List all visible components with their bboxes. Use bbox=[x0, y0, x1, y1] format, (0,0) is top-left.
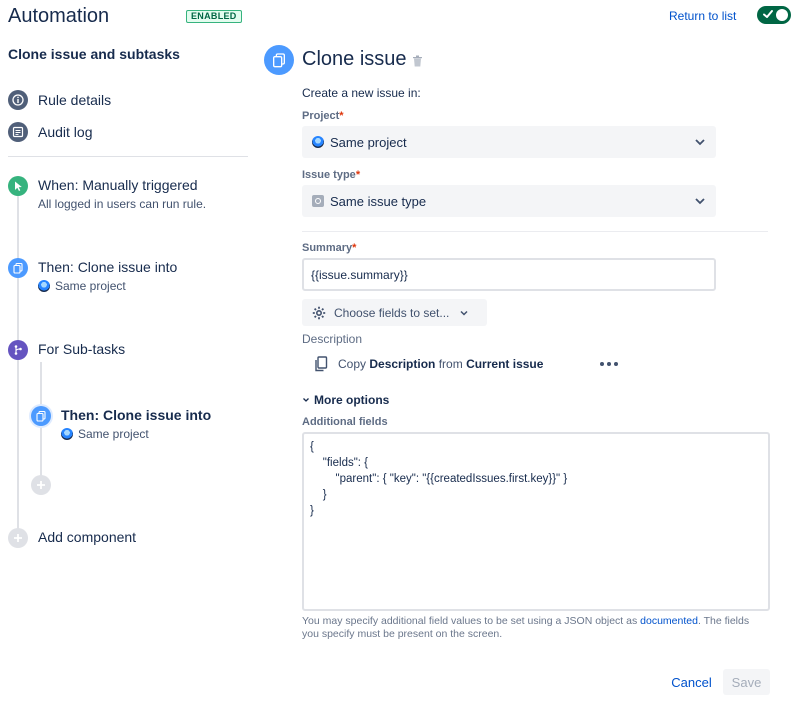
nested-clone-action-project: Same project bbox=[78, 427, 149, 441]
gear-icon bbox=[312, 306, 326, 319]
save-button[interactable]: Save bbox=[723, 669, 770, 695]
clone-action-subtitle: Same project bbox=[38, 279, 126, 293]
nested-clone-action-title: Then: Clone issue into bbox=[61, 407, 212, 423]
project-select[interactable]: Same project bbox=[302, 126, 716, 158]
chevron-down-icon bbox=[695, 198, 705, 205]
copy-icon bbox=[315, 356, 328, 372]
issue-type-select[interactable]: Same issue type bbox=[302, 185, 716, 217]
issue-type-label: Issue type* bbox=[302, 169, 360, 181]
project-icon bbox=[38, 280, 50, 292]
rule-enabled-toggle[interactable] bbox=[757, 6, 791, 24]
summary-input[interactable] bbox=[302, 258, 716, 291]
section-divider bbox=[302, 231, 768, 232]
required-marker: * bbox=[339, 110, 344, 122]
description-label: Description bbox=[302, 332, 363, 346]
additional-fields-textarea[interactable] bbox=[302, 432, 770, 611]
toggle-knob bbox=[776, 9, 788, 21]
info-icon bbox=[8, 90, 28, 110]
issue-type-label-text: Issue type bbox=[302, 169, 356, 181]
choose-fields-button[interactable]: Choose fields to set... bbox=[302, 299, 487, 326]
rule-details-link[interactable]: Rule details bbox=[8, 90, 111, 110]
copy-mid: from bbox=[438, 357, 463, 371]
trigger-title: When: Manually triggered bbox=[38, 177, 198, 193]
copy-prefix: Copy bbox=[338, 357, 367, 371]
choose-fields-label: Choose fields to set... bbox=[334, 305, 450, 320]
create-in-text: Create a new issue in: bbox=[302, 86, 421, 100]
documented-link[interactable]: documented bbox=[640, 615, 698, 627]
branch-title: For Sub-tasks bbox=[38, 341, 126, 357]
chevron-down-icon bbox=[695, 139, 705, 146]
summary-label-text: Summary bbox=[302, 242, 353, 254]
rule-name: Clone issue and subtasks bbox=[8, 46, 180, 62]
summary-label: Summary* bbox=[302, 242, 356, 254]
project-label: Project* bbox=[302, 110, 344, 122]
flow-line-main bbox=[17, 196, 19, 536]
trigger-subtitle: All logged in users can run rule. bbox=[38, 197, 207, 211]
cancel-button[interactable]: Cancel bbox=[664, 669, 719, 695]
add-component-label: Add component bbox=[38, 529, 137, 545]
copy-source: Current issue bbox=[466, 357, 544, 371]
page-title: Clone issue bbox=[302, 48, 407, 70]
copy-description-row: Copy Description from Current issue bbox=[314, 356, 543, 372]
chevron-down-icon bbox=[460, 310, 468, 316]
return-to-list-link[interactable]: Return to list bbox=[669, 9, 736, 23]
clone-icon bbox=[8, 258, 28, 278]
issue-type-select-value: Same issue type bbox=[330, 193, 427, 209]
help-text-before: You may specify additional field values … bbox=[302, 615, 641, 627]
required-marker: * bbox=[355, 169, 361, 181]
more-options-toggle[interactable]: More options bbox=[302, 393, 389, 407]
add-branch-component-button[interactable] bbox=[31, 475, 51, 495]
copy-field: Description bbox=[369, 357, 436, 371]
check-icon bbox=[763, 10, 773, 18]
issue-type-icon bbox=[312, 195, 324, 207]
cursor-icon bbox=[8, 176, 28, 196]
plus-icon bbox=[37, 481, 45, 489]
clone-action-title: Then: Clone issue into bbox=[38, 259, 178, 275]
nested-clone-action-subtitle: Same project bbox=[61, 427, 149, 441]
list-icon bbox=[8, 122, 28, 142]
project-icon bbox=[312, 136, 324, 148]
plus-icon bbox=[8, 528, 28, 548]
clone-icon bbox=[264, 45, 294, 75]
branch-icon bbox=[8, 340, 28, 360]
project-icon bbox=[61, 428, 73, 440]
required-marker: * bbox=[352, 242, 357, 254]
trash-icon[interactable] bbox=[412, 55, 423, 67]
copy-description-text: Copy Description from Current issue bbox=[338, 357, 543, 371]
app-title: Automation bbox=[8, 5, 110, 27]
project-select-value: Same project bbox=[330, 134, 407, 150]
rule-details-label: Rule details bbox=[38, 92, 112, 108]
status-badge: ENABLED bbox=[186, 10, 242, 23]
clone-icon bbox=[31, 406, 51, 426]
sidebar-divider bbox=[8, 156, 248, 157]
additional-fields-help: You may specify additional field values … bbox=[302, 615, 764, 641]
audit-log-link[interactable]: Audit log bbox=[8, 122, 92, 142]
additional-fields-label: Additional fields bbox=[302, 416, 388, 428]
more-actions-icon[interactable] bbox=[600, 357, 618, 371]
chevron-down-icon bbox=[303, 398, 309, 402]
more-options-label: More options bbox=[314, 393, 390, 407]
audit-log-label: Audit log bbox=[38, 124, 93, 140]
project-label-text: Project bbox=[302, 110, 340, 122]
clone-action-project: Same project bbox=[55, 279, 126, 293]
